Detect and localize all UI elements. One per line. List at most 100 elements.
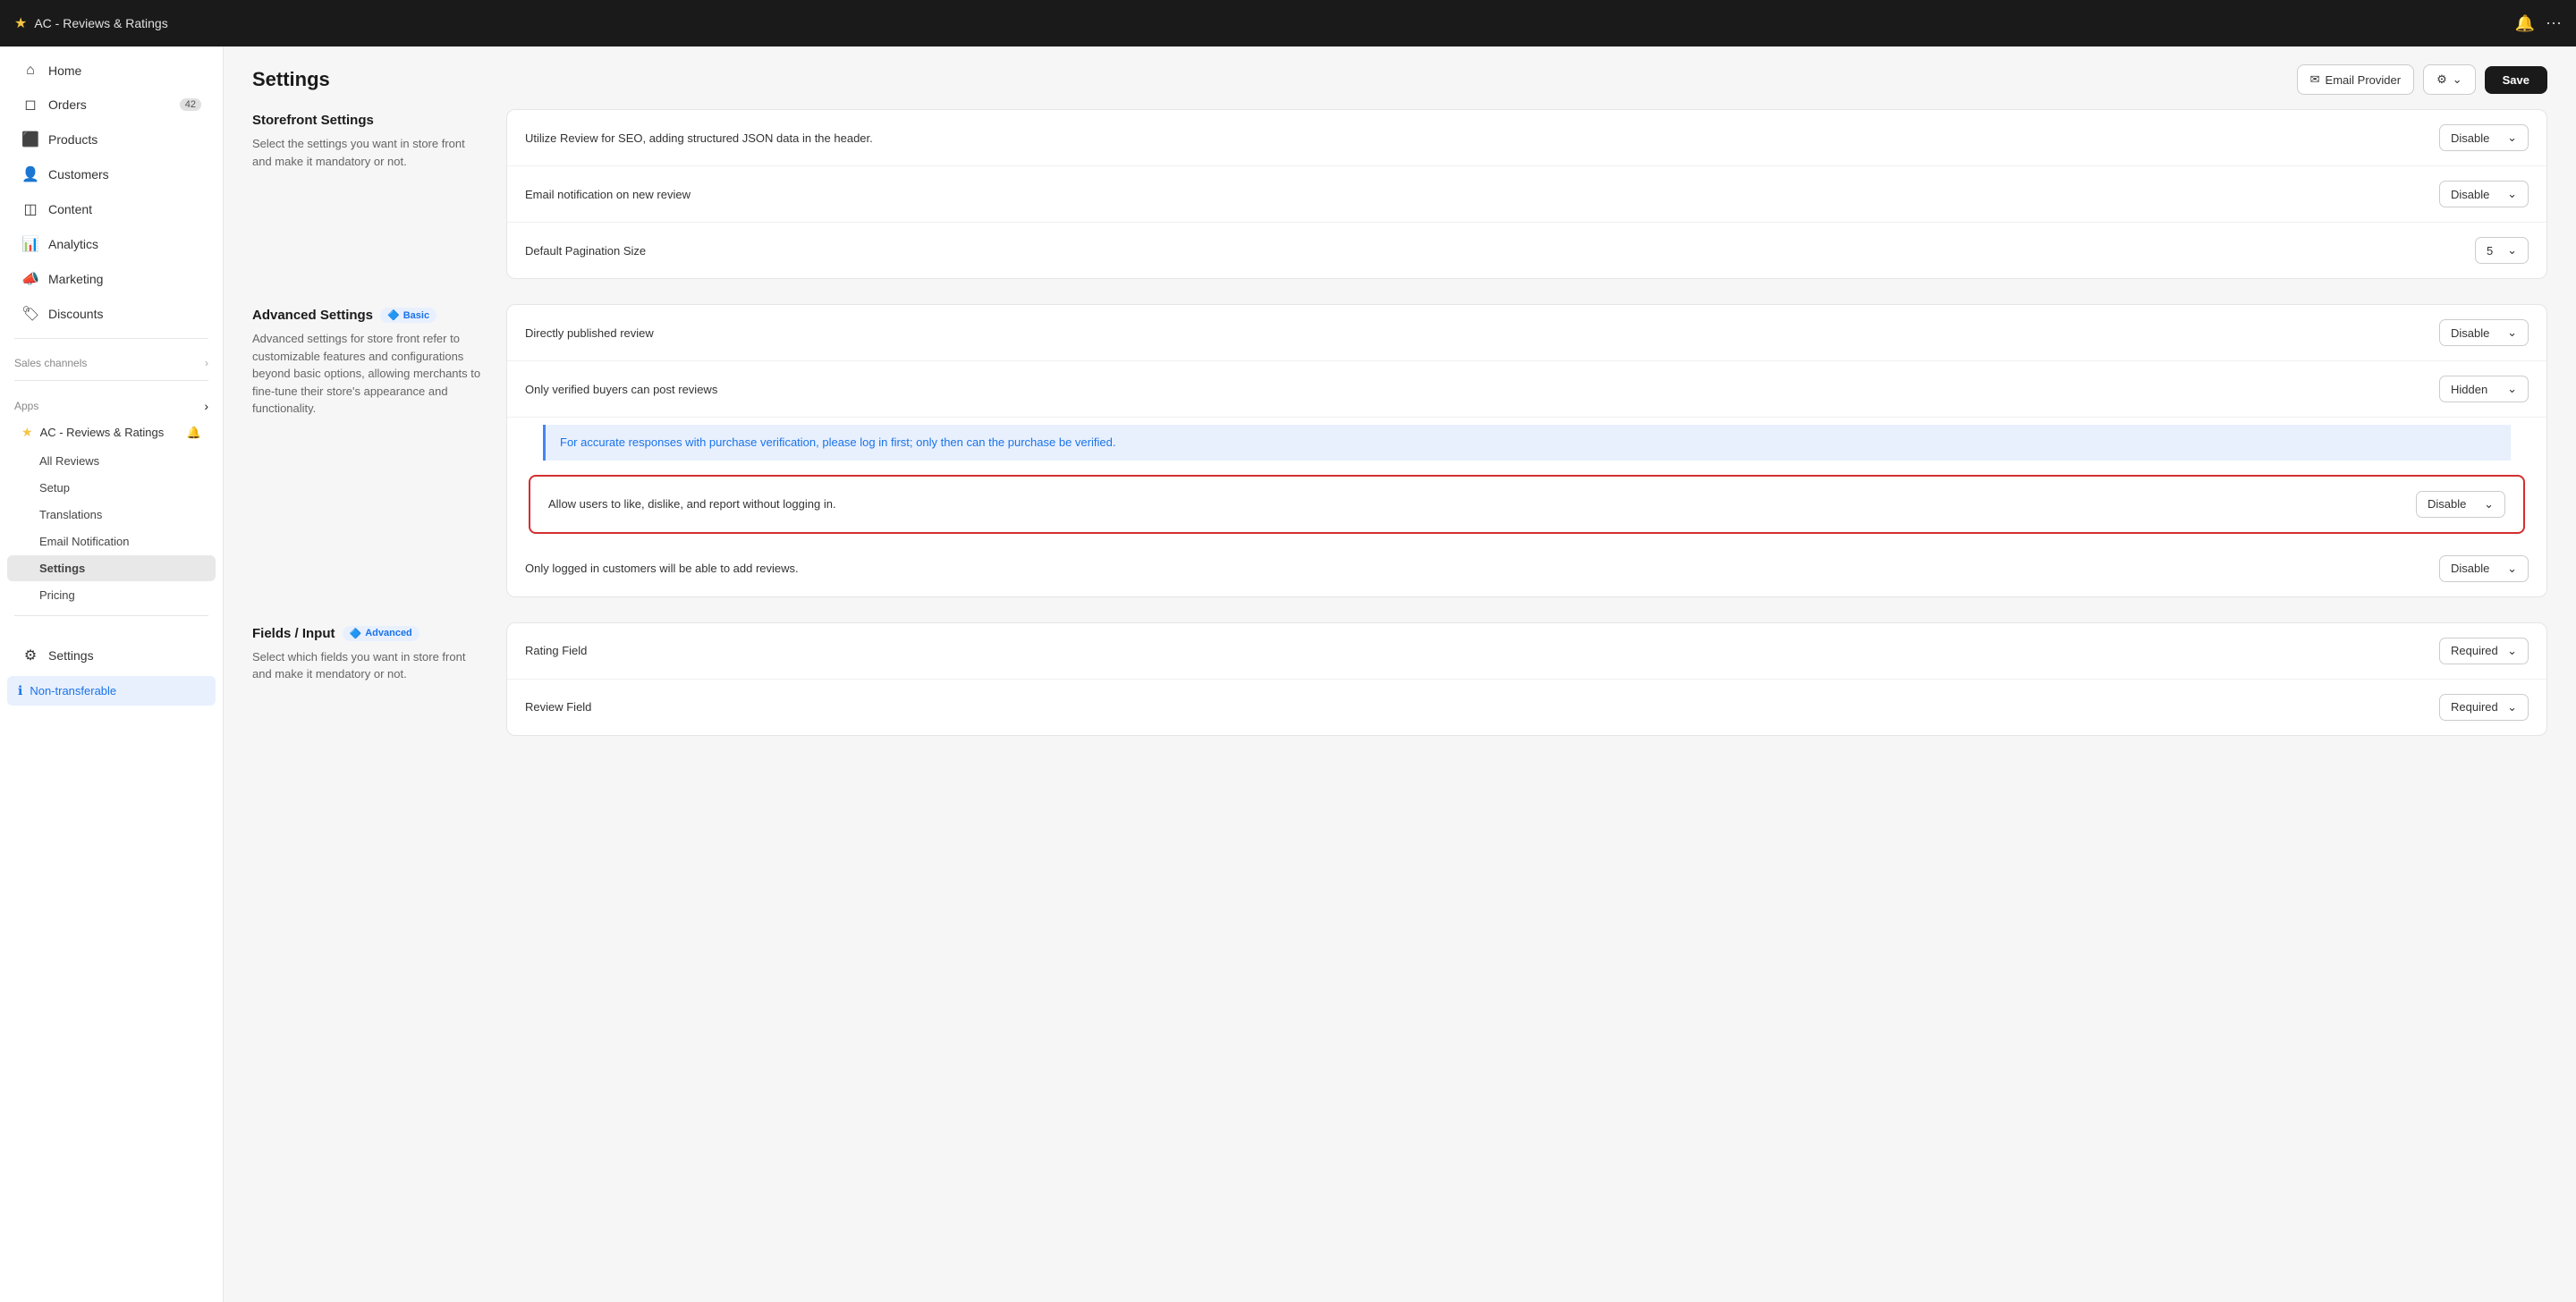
- direct-publish-chevron: ⌄: [2507, 326, 2517, 340]
- email-provider-button[interactable]: ✉ Email Provider: [2297, 64, 2414, 95]
- more-options-icon[interactable]: ⋯: [2546, 14, 2562, 33]
- direct-publish-value: Disable: [2451, 326, 2489, 340]
- customers-icon: 👤: [21, 165, 39, 183]
- sidebar-sub-pricing[interactable]: Pricing: [7, 582, 216, 608]
- sidebar-sub-settings[interactable]: Settings: [7, 555, 216, 581]
- apps-section-header[interactable]: Apps ›: [0, 388, 223, 417]
- translations-label: Translations: [39, 508, 102, 521]
- all-reviews-label: All Reviews: [39, 454, 99, 468]
- verified-buyers-select[interactable]: Hidden ⌄: [2439, 376, 2529, 402]
- settings-icon: ⚙: [21, 647, 39, 664]
- main-content: Settings ✉ Email Provider ⚙ ⌄ Save Store…: [224, 46, 2576, 1302]
- sidebar: ⌂ Home ◻ Orders 42 ⬛ Products 👤 Customer…: [0, 46, 224, 1302]
- app-layout: ⌂ Home ◻ Orders 42 ⬛ Products 👤 Customer…: [0, 46, 2576, 1302]
- sidebar-sub-translations[interactable]: Translations: [7, 502, 216, 528]
- setting-row-pagination: Default Pagination Size 5 ⌄: [507, 223, 2546, 278]
- sidebar-item-content[interactable]: ◫ Content: [7, 192, 216, 226]
- content-area: Storefront Settings Select the settings …: [224, 109, 2576, 790]
- allow-users-select[interactable]: Disable ⌄: [2416, 491, 2505, 518]
- customize-button[interactable]: ⚙ ⌄: [2423, 64, 2476, 95]
- info-circle-icon: ℹ: [18, 683, 22, 698]
- logged-in-label: Only logged in customers will be able to…: [525, 562, 799, 575]
- setting-row-review-field: Review Field Required ⌄: [507, 680, 2546, 735]
- sidebar-sub-setup[interactable]: Setup: [7, 475, 216, 501]
- setting-row-logged-in: Only logged in customers will be able to…: [507, 541, 2546, 596]
- sales-channels-text: Sales channels: [14, 357, 87, 369]
- sidebar-item-home[interactable]: ⌂ Home: [7, 55, 216, 87]
- seo-select[interactable]: Disable ⌄: [2439, 124, 2529, 151]
- advanced-badge: 🔷 Advanced: [343, 626, 419, 641]
- rating-field-label: Rating Field: [525, 644, 587, 657]
- page-header: Settings ✉ Email Provider ⚙ ⌄ Save: [224, 46, 2576, 109]
- rating-field-value: Required: [2451, 644, 2498, 657]
- advanced-title: Advanced Settings 🔷 Basic: [252, 308, 485, 323]
- pagination-label: Default Pagination Size: [525, 244, 646, 258]
- sidebar-item-products[interactable]: ⬛ Products: [7, 123, 216, 156]
- storefront-settings-section: Storefront Settings Select the settings …: [252, 109, 2547, 279]
- top-bar: ★ AC - Reviews & Ratings 🔔 ⋯: [0, 0, 2576, 46]
- advanced-badge-icon: 🔷: [350, 628, 362, 639]
- breadcrumb: ★ AC - Reviews & Ratings: [14, 14, 168, 32]
- rating-field-select[interactable]: Required ⌄: [2439, 638, 2529, 664]
- storefront-info: Storefront Settings Select the settings …: [252, 109, 485, 279]
- sidebar-app-ac-reviews[interactable]: ★ AC - Reviews & Ratings 🔔: [7, 418, 216, 447]
- customize-icon: ⚙: [2436, 72, 2447, 87]
- top-bar-actions: 🔔 ⋯: [2515, 14, 2562, 33]
- sidebar-item-label: Discounts: [48, 307, 103, 321]
- storefront-card: Utilize Review for SEO, adding structure…: [506, 109, 2547, 279]
- seo-label: Utilize Review for SEO, adding structure…: [525, 131, 873, 145]
- sidebar-item-marketing[interactable]: 📣 Marketing: [7, 262, 216, 296]
- review-field-chevron: ⌄: [2507, 700, 2517, 714]
- allow-users-value: Disable: [2428, 497, 2466, 511]
- settings-bottom-label: Settings: [48, 648, 94, 663]
- email-notif-chevron: ⌄: [2507, 187, 2517, 201]
- info-banner-container: For accurate responses with purchase ver…: [507, 418, 2546, 468]
- sidebar-item-settings[interactable]: ⚙ Settings: [7, 638, 216, 672]
- breadcrumb-star-icon: ★: [14, 14, 27, 32]
- setting-row-seo: Utilize Review for SEO, adding structure…: [507, 110, 2546, 166]
- logged-in-value: Disable: [2451, 562, 2489, 575]
- review-field-value: Required: [2451, 700, 2498, 714]
- sidebar-item-customers[interactable]: 👤 Customers: [7, 157, 216, 191]
- setting-row-rating-field: Rating Field Required ⌄: [507, 623, 2546, 680]
- basic-badge: 🔷 Basic: [380, 308, 436, 323]
- sidebar-item-label: Orders: [48, 97, 87, 112]
- notification-icon[interactable]: 🔔: [2515, 14, 2535, 33]
- orders-badge: 42: [180, 98, 201, 111]
- sidebar-item-label: Home: [48, 63, 81, 78]
- sidebar-item-orders[interactable]: ◻ Orders 42: [7, 88, 216, 122]
- email-icon: ✉: [2310, 72, 2320, 87]
- review-field-select[interactable]: Required ⌄: [2439, 694, 2529, 721]
- allow-users-label: Allow users to like, dislike, and report…: [548, 497, 836, 511]
- rating-field-chevron: ⌄: [2507, 644, 2517, 658]
- sales-channels-label[interactable]: Sales channels ›: [0, 346, 223, 373]
- direct-publish-select[interactable]: Disable ⌄: [2439, 319, 2529, 346]
- marketing-icon: 📣: [21, 270, 39, 288]
- analytics-icon: 📊: [21, 235, 39, 253]
- page-actions: ✉ Email Provider ⚙ ⌄ Save: [2297, 64, 2547, 95]
- page-title: Settings: [252, 68, 330, 91]
- sidebar-item-label: Products: [48, 132, 97, 147]
- pagination-select[interactable]: 5 ⌄: [2475, 237, 2529, 264]
- email-notif-select[interactable]: Disable ⌄: [2439, 181, 2529, 207]
- fields-title: Fields / Input 🔷 Advanced: [252, 626, 485, 641]
- badge-icon: 🔷: [387, 309, 400, 321]
- sidebar-sub-email-notification[interactable]: Email Notification: [7, 528, 216, 554]
- sidebar-item-analytics[interactable]: 📊 Analytics: [7, 227, 216, 261]
- breadcrumb-title: AC - Reviews & Ratings: [34, 16, 167, 30]
- info-banner: For accurate responses with purchase ver…: [543, 425, 2511, 461]
- sidebar-divider-2: [14, 380, 208, 381]
- sidebar-sub-all-reviews[interactable]: All Reviews: [7, 448, 216, 474]
- direct-publish-label: Directly published review: [525, 326, 654, 340]
- save-button[interactable]: Save: [2485, 66, 2547, 94]
- sidebar-item-discounts[interactable]: 🏷 Discounts: [7, 297, 216, 331]
- highlighted-row-container: Allow users to like, dislike, and report…: [507, 468, 2546, 541]
- app-bell-icon[interactable]: 🔔: [187, 426, 201, 440]
- sidebar-bottom-section: ⚙ Settings ℹ Non-transferable: [0, 630, 223, 716]
- apps-label: Apps: [14, 400, 38, 412]
- review-field-label: Review Field: [525, 700, 591, 714]
- advanced-info: Advanced Settings 🔷 Basic Advanced setti…: [252, 304, 485, 597]
- non-transferable-label: Non-transferable: [30, 684, 116, 698]
- logged-in-select[interactable]: Disable ⌄: [2439, 555, 2529, 582]
- settings-sub-label: Settings: [39, 562, 85, 575]
